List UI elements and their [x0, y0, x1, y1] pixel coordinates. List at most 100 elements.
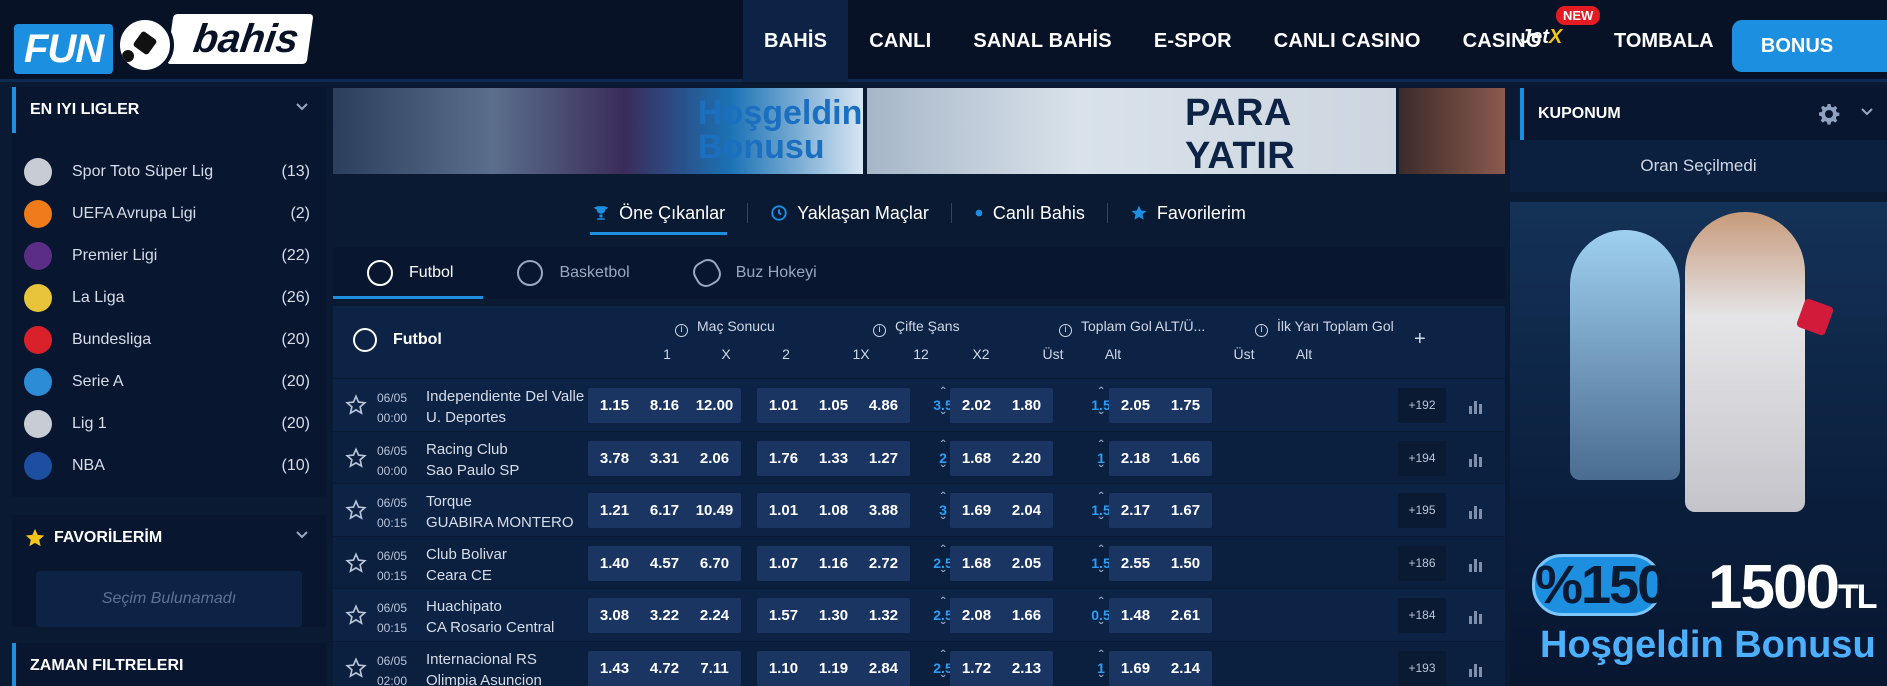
chevron-down-icon[interactable] — [296, 101, 308, 113]
odd-button[interactable]: 2.04 — [1000, 493, 1053, 528]
odd-button[interactable]: 1.66 — [1159, 440, 1212, 476]
odd-button[interactable]: 2.13 — [1000, 650, 1053, 686]
odd-button[interactable]: 1.75 — [1159, 388, 1212, 423]
info-icon[interactable]: i — [873, 324, 886, 337]
league-item[interactable]: UEFA Avrupa Ligi (2) — [12, 193, 326, 235]
league-item[interactable]: Bundesliga (20) — [12, 319, 326, 361]
time-filters-header[interactable]: ZAMAN FILTRELERI — [12, 643, 326, 686]
chevron-down-icon[interactable] — [1861, 106, 1873, 118]
statistics-icon[interactable] — [1468, 398, 1484, 414]
odd-button[interactable]: 2.24 — [688, 598, 741, 633]
odd-button[interactable]: 1.48 — [1109, 598, 1162, 633]
welcome-bonus-promo[interactable]: %150 1500TL Hoşgeldin Bonusu — [1510, 202, 1887, 686]
odd-button[interactable]: 3.08 — [588, 598, 641, 633]
odd-button[interactable]: 2.61 — [1159, 598, 1212, 633]
coupon-header[interactable]: KUPONUM — [1520, 88, 1887, 140]
odd-button[interactable]: 1.40 — [588, 545, 641, 581]
odd-button[interactable]: 1.01 — [757, 388, 810, 423]
odd-button[interactable]: 1.67 — [1159, 493, 1212, 528]
tab-yaklasan-maclar[interactable]: Yaklaşan Maçlar — [748, 188, 951, 238]
sport-tab-futbol[interactable]: Futbol — [333, 247, 484, 299]
match-teams[interactable]: Internacional RS Olimpia Asuncion — [426, 649, 542, 686]
nav-canli-casino[interactable]: CANLI CASINO — [1253, 0, 1442, 82]
more-markets-button[interactable]: +194 — [1398, 440, 1446, 476]
odd-button[interactable]: 1.69 — [1109, 650, 1162, 686]
match-teams[interactable]: Club Bolivar Ceara CE — [426, 544, 507, 586]
nav-jetx[interactable]: JetX — [1520, 26, 1562, 49]
odd-button[interactable]: 2.17 — [1109, 493, 1162, 528]
league-item[interactable]: Spor Toto Süper Lig (13) — [12, 151, 326, 193]
statistics-icon[interactable] — [1468, 451, 1484, 467]
third-banner[interactable] — [1399, 88, 1505, 174]
gear-icon[interactable] — [1817, 102, 1841, 126]
tab-one-cikanlar[interactable]: Öne Çıkanlar — [570, 188, 747, 238]
league-item[interactable]: Premier Ligi (22) — [12, 235, 326, 277]
odd-button[interactable]: 7.11 — [688, 650, 741, 686]
odd-button[interactable]: 1.30 — [807, 598, 860, 633]
more-markets-button[interactable]: +184 — [1398, 598, 1446, 633]
odd-button[interactable]: 2.08 — [950, 598, 1003, 633]
statistics-icon[interactable] — [1468, 661, 1484, 677]
favorite-star-icon[interactable] — [345, 446, 367, 469]
odd-button[interactable]: 2.84 — [857, 650, 910, 686]
welcome-bonus-banner[interactable]: Hoşgeldin Bonusu — [333, 88, 863, 174]
league-item[interactable]: La Liga (26) — [12, 277, 326, 319]
odd-button[interactable]: 3.88 — [857, 493, 910, 528]
odd-button[interactable]: 8.16 — [638, 388, 691, 423]
more-markets-button[interactable]: +193 — [1398, 650, 1446, 686]
info-icon[interactable]: i — [1059, 324, 1072, 337]
favorite-star-icon[interactable] — [345, 499, 367, 521]
favorite-star-icon[interactable] — [345, 551, 367, 574]
odd-button[interactable]: 1.72 — [950, 650, 1003, 686]
odd-button[interactable]: 1.33 — [807, 440, 860, 476]
top-leagues-header[interactable]: EN IYI LIGLER — [12, 87, 326, 133]
match-teams[interactable]: Racing Club Sao Paulo SP — [426, 439, 519, 481]
info-icon[interactable]: i — [1255, 324, 1268, 337]
odd-button[interactable]: 1.01 — [757, 493, 810, 528]
favorites-header[interactable]: FAVORİLERİM — [12, 515, 326, 561]
odd-button[interactable]: 1.69 — [950, 493, 1003, 528]
statistics-icon[interactable] — [1468, 608, 1484, 624]
more-markets-button[interactable]: +195 — [1398, 493, 1446, 528]
sport-tab-buz-hokeyi[interactable]: Buz Hokeyi — [660, 247, 847, 299]
odd-button[interactable]: 1.08 — [807, 493, 860, 528]
odd-button[interactable]: 1.43 — [588, 650, 641, 686]
match-teams[interactable]: Huachipato CA Rosario Central — [426, 596, 554, 638]
odd-button[interactable]: 10.49 — [688, 493, 741, 528]
more-markets-button[interactable]: +186 — [1398, 545, 1446, 581]
chevron-down-icon[interactable] — [296, 529, 308, 541]
odd-button[interactable]: 2.55 — [1109, 545, 1162, 581]
match-teams[interactable]: Independiente Del Valle U. Deportes — [426, 386, 584, 428]
nav-canli[interactable]: CANLI — [848, 0, 952, 82]
odd-button[interactable]: 2.72 — [857, 545, 910, 581]
odd-button[interactable]: 1.21 — [588, 493, 641, 528]
league-item[interactable]: Lig 1 (20) — [12, 403, 326, 445]
odd-button[interactable]: 1.10 — [757, 650, 810, 686]
odd-button[interactable]: 2.18 — [1109, 440, 1162, 476]
odd-button[interactable]: 1.80 — [1000, 388, 1053, 423]
nav-tombala[interactable]: TOMBALA — [1614, 0, 1714, 82]
statistics-icon[interactable] — [1468, 503, 1484, 519]
odd-button[interactable]: 3.22 — [638, 598, 691, 633]
odd-button[interactable]: 2.06 — [688, 440, 741, 476]
odd-button[interactable]: 2.02 — [950, 388, 1003, 423]
statistics-icon[interactable] — [1468, 556, 1484, 572]
more-markets-plus[interactable]: + — [1414, 328, 1426, 351]
odd-button[interactable]: 3.78 — [588, 440, 641, 476]
tab-canli-bahis[interactable]: Canlı Bahis — [952, 188, 1107, 238]
nav-bahis[interactable]: BAHİS — [743, 0, 849, 82]
odd-button[interactable]: 1.57 — [757, 598, 810, 633]
nav-e-spor[interactable]: E-SPOR — [1133, 0, 1253, 82]
odd-button[interactable]: 2.14 — [1159, 650, 1212, 686]
odd-button[interactable]: 1.19 — [807, 650, 860, 686]
odd-button[interactable]: 12.00 — [688, 388, 741, 423]
sport-tab-basketbol[interactable]: Basketbol — [483, 247, 659, 299]
favorite-star-icon[interactable] — [345, 656, 367, 679]
odd-button[interactable]: 1.76 — [757, 440, 810, 476]
odd-button[interactable]: 4.72 — [638, 650, 691, 686]
site-logo[interactable]: FUN bahis — [12, 10, 314, 74]
odd-button[interactable]: 1.15 — [588, 388, 641, 423]
favorite-star-icon[interactable] — [345, 394, 367, 416]
nav-sanal-bahis[interactable]: SANAL BAHİS — [952, 0, 1133, 82]
odd-button[interactable]: 1.68 — [950, 545, 1003, 581]
